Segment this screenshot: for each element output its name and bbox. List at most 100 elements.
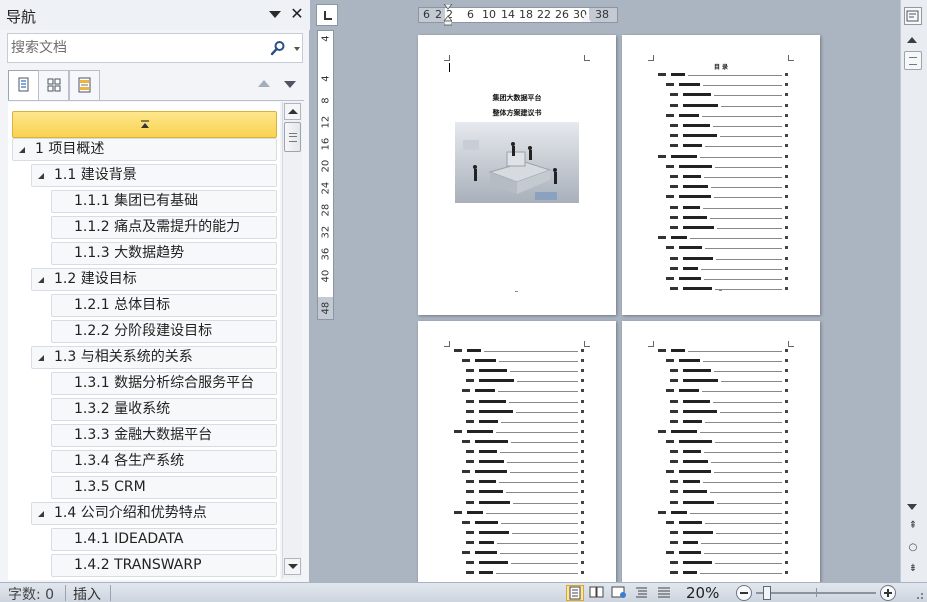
right-indent-marker-icon[interactable] — [581, 14, 591, 22]
next-heading-icon[interactable] — [284, 81, 296, 89]
scrollbar-thumb[interactable] — [284, 122, 301, 152]
zoom-level[interactable]: 20% — [686, 584, 719, 602]
insert-mode-indicator[interactable]: 插入 — [73, 584, 101, 602]
heading-item-level-3[interactable]: 1.3.4 各生产系统 — [51, 450, 277, 473]
ruler-tick-label: 6 — [423, 8, 430, 21]
toc-entry — [658, 73, 788, 77]
expand-toggle-icon[interactable] — [38, 173, 44, 179]
toc-entry — [658, 154, 788, 159]
scroll-down-icon[interactable] — [906, 503, 920, 513]
cover-subtitle: 整体方案建议书 — [492, 109, 542, 117]
toc-entry — [666, 113, 788, 118]
tab-browse-results[interactable] — [69, 70, 100, 100]
toc-entry — [466, 450, 584, 454]
toc-entry — [658, 510, 788, 515]
document-page-1[interactable]: 集团大数据平台 整体方案建议书 — [418, 35, 616, 315]
toc-entry — [466, 500, 584, 505]
toc-entry — [462, 359, 584, 363]
heading-item-level-3[interactable]: 1.2.1 总体目标 — [51, 294, 277, 317]
pane-options-dropdown-icon[interactable] — [268, 8, 282, 22]
ruler-tick-label: 24 — [320, 181, 332, 195]
word-count[interactable]: 字数: 0 — [8, 584, 54, 602]
indent-marker-icon[interactable] — [444, 4, 452, 26]
heading-item-level-3[interactable]: 1.4.1 IDEADATA — [51, 528, 277, 551]
search-results-icon — [78, 77, 91, 93]
toc-entry — [670, 419, 788, 424]
heading-item-level-2[interactable]: 1.4 公司介绍和优势特点 — [31, 502, 277, 525]
toc-entry — [666, 195, 788, 199]
ruler-tick-label: 10 — [482, 8, 496, 21]
zoom-in-button[interactable] — [880, 585, 896, 601]
heading-item-level-3[interactable]: 1.3.3 金融大数据平台 — [51, 424, 277, 447]
toc-entry — [666, 83, 788, 87]
document-scrollbar[interactable]: ⇞ ○ ⇟ — [900, 0, 927, 582]
document-page-3[interactable] — [418, 321, 616, 583]
search-document-box[interactable] — [7, 33, 303, 63]
previous-heading-icon[interactable] — [258, 80, 270, 88]
ruler-tick-label: 4 — [320, 75, 332, 82]
resize-grip-icon[interactable] — [912, 588, 924, 600]
search-icon[interactable] — [270, 40, 286, 56]
heading-item-level-2[interactable]: 1.3 与相关系统的关系 — [31, 346, 277, 369]
scroll-up-icon[interactable] — [906, 36, 920, 46]
ruler-tick-label: 32 — [320, 225, 332, 239]
toc-entry — [670, 399, 788, 404]
heading-item-level-1[interactable]: 1 项目概述 — [12, 138, 277, 161]
expand-toggle-icon[interactable] — [38, 355, 44, 361]
close-pane-button[interactable]: ✕ — [289, 5, 305, 23]
toc-entry — [670, 266, 788, 271]
scroll-up-icon[interactable] — [284, 103, 301, 120]
toc-entry — [670, 93, 788, 97]
expand-toggle-icon[interactable] — [19, 147, 25, 153]
collapse-all-button[interactable] — [12, 111, 277, 138]
scrollbar-thumb[interactable] — [904, 51, 922, 70]
tab-selector-button[interactable] — [316, 4, 338, 26]
ruler-tick-label: 20 — [320, 159, 332, 173]
tab-browse-pages[interactable] — [38, 70, 69, 100]
expand-toggle-icon[interactable] — [38, 511, 44, 517]
document-page-4[interactable] — [622, 321, 820, 583]
toc-entry — [670, 379, 788, 383]
heading-item-level-3[interactable]: 1.1.1 集团已有基础 — [51, 190, 277, 213]
heading-item-level-3[interactable]: 1.3.5 CRM — [51, 476, 277, 499]
heading-item-level-3[interactable]: 1.2.2 分阶段建设目标 — [51, 320, 277, 343]
search-options-dropdown-icon[interactable] — [294, 47, 300, 51]
ruler-tick-label: 6 — [467, 8, 474, 21]
heading-item-level-3[interactable]: 1.3.1 数据分析综合服务平台 — [51, 372, 277, 395]
tab-browse-headings[interactable] — [8, 70, 39, 100]
heading-item-level-2[interactable]: 1.2 建设目标 — [31, 268, 277, 291]
view-ruler-button[interactable] — [904, 7, 922, 25]
vertical-ruler[interactable]: 4 4 8 12 16 20 24 28 32 36 40 48 — [317, 30, 334, 320]
heading-item-label: 1.2.1 总体目标 — [74, 297, 171, 313]
ruler-tick-label: 38 — [595, 8, 609, 21]
toc-entry — [670, 103, 788, 108]
navigation-pane-header: 导航 ✕ — [0, 0, 310, 30]
expand-toggle-icon[interactable] — [38, 277, 44, 283]
previous-page-icon[interactable]: ⇞ — [906, 519, 920, 533]
draft-view-button[interactable] — [656, 585, 674, 601]
toc-entry — [670, 369, 788, 373]
heading-item-level-3[interactable]: 1.3.2 量收系统 — [51, 398, 277, 421]
web-layout-view-button[interactable] — [611, 585, 629, 601]
document-page-2[interactable]: 目 录 — [622, 35, 820, 315]
search-input[interactable] — [11, 37, 266, 59]
heading-item-level-3[interactable]: 1.1.3 大数据趋势 — [51, 242, 277, 265]
heading-item-level-2[interactable]: 1.1 建设背景 — [31, 164, 277, 187]
heading-tree-scrollbar[interactable] — [282, 102, 302, 578]
draft-view-icon — [658, 587, 670, 598]
heading-item-level-3[interactable]: 1.1.2 痛点及需提升的能力 — [51, 216, 277, 239]
zoom-slider-thumb[interactable] — [763, 586, 771, 600]
full-screen-reading-button[interactable] — [589, 585, 607, 601]
select-browse-object-icon[interactable]: ○ — [906, 541, 920, 555]
heading-item-label: 1.3.1 数据分析综合服务平台 — [74, 375, 255, 391]
next-page-icon[interactable]: ⇟ — [906, 562, 920, 576]
web-layout-icon — [611, 586, 626, 598]
heading-item-level-3[interactable]: 1.4.2 TRANSWARP — [51, 554, 277, 577]
heading-item-label: 1.1.2 痛点及需提升的能力 — [74, 219, 241, 235]
scroll-down-icon[interactable] — [284, 558, 301, 575]
outline-view-button[interactable] — [634, 585, 652, 601]
zoom-out-button[interactable] — [736, 585, 752, 601]
print-layout-view-button[interactable] — [566, 585, 584, 601]
toc-entry — [666, 246, 788, 250]
toc-entry — [466, 369, 584, 373]
